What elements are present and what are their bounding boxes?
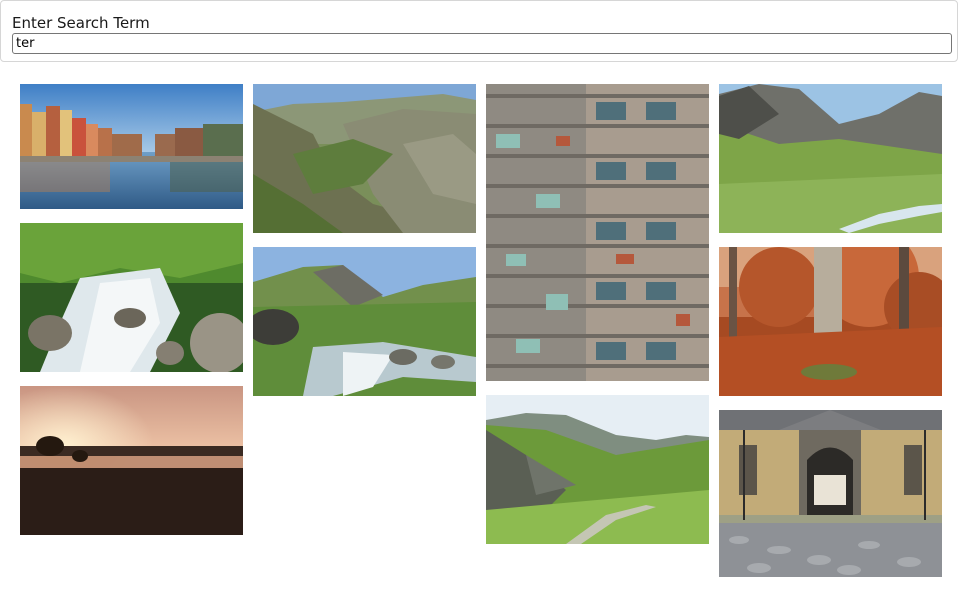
gallery-image-mountain-meadow[interactable] [486, 395, 709, 544]
gallery-image-apartment-building[interactable] [486, 84, 709, 381]
gallery-image-mountain-stream[interactable] [253, 247, 476, 396]
image-gallery [0, 0, 960, 599]
gallery-image-forest-stream[interactable] [20, 223, 243, 372]
gallery-image-autumn-forest[interactable] [719, 247, 942, 396]
gallery-image-misty-sunset-field[interactable] [20, 386, 243, 535]
gallery-image-green-valley-river[interactable] [719, 84, 942, 233]
gallery-image-city-canal[interactable] [20, 84, 243, 209]
gallery-image-mountain-valley[interactable] [253, 84, 476, 233]
gallery-image-palace-gate[interactable] [719, 410, 942, 577]
